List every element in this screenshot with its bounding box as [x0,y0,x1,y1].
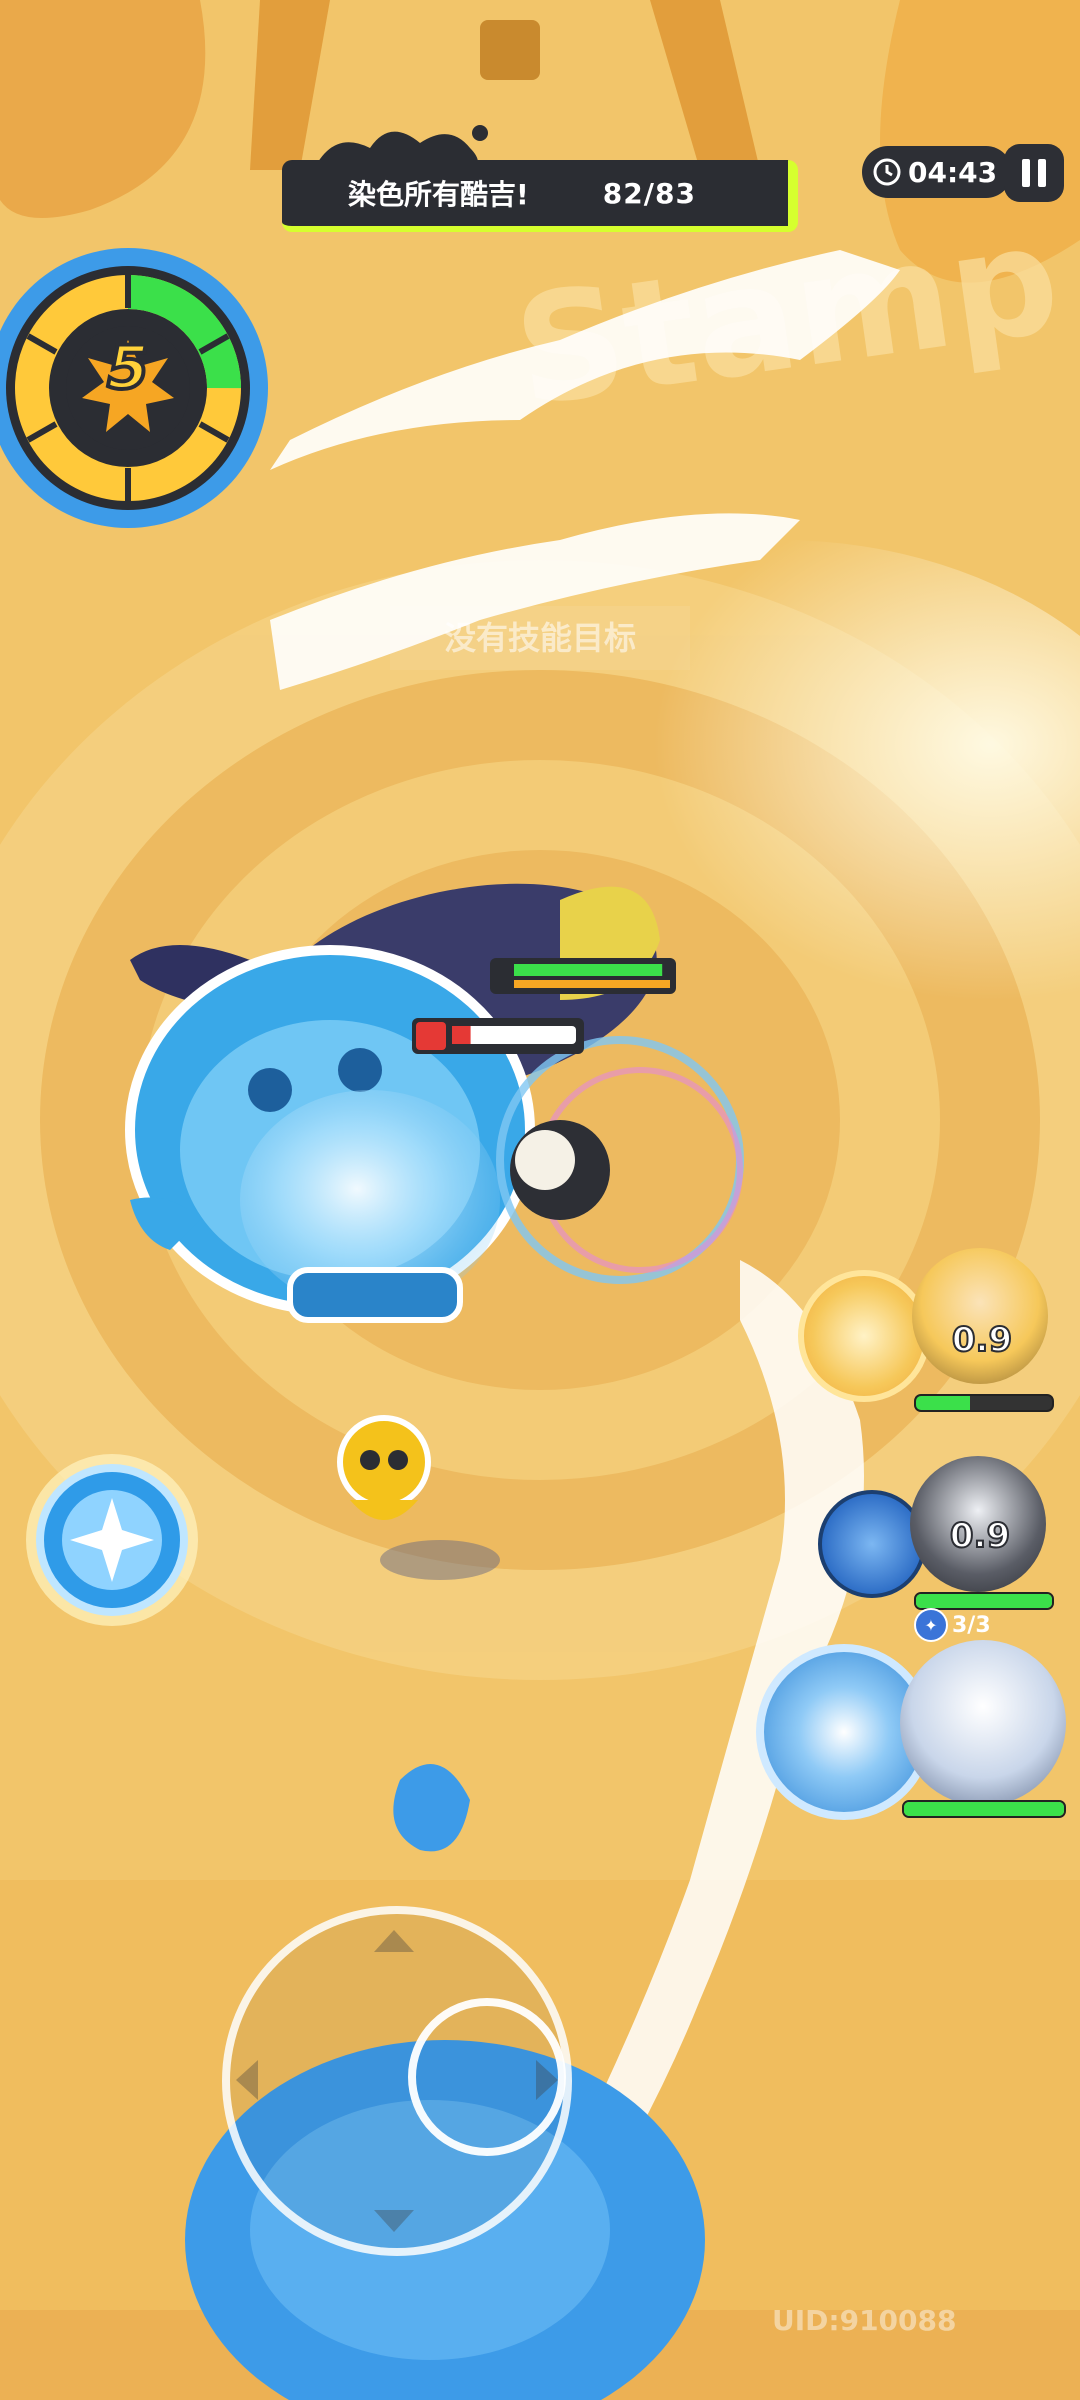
match-timer: 04:43 [862,146,1012,198]
party1-portrait[interactable] [912,1248,1048,1384]
joystick-down-arrow-icon [374,2210,414,2232]
party3-hp-fill [904,1802,1064,1816]
boss-hp-bar [490,958,676,994]
objective-progress: 82/83 [602,176,696,210]
party3-portrait[interactable] [900,1640,1066,1806]
party3-hp-bar [902,1800,1066,1818]
enemy-hp-bar [412,1018,584,1054]
joystick-up-arrow-icon [374,1930,414,1952]
party1-hp-bar [914,1394,1054,1412]
joystick-left-arrow-icon [236,2060,258,2100]
party2-skill-button[interactable] [818,1490,926,1598]
party2-cooldown: 0.9 [949,1515,1011,1557]
pause-icon-bar [1022,159,1030,187]
party1-skill-button[interactable] [798,1270,930,1402]
user-id: UID:910088 [772,2304,957,2337]
level-number: 5 [105,331,151,405]
skill-charges-text: 3/3 [952,1612,991,1638]
party1-cooldown: 0.9 [951,1319,1013,1361]
timer-text: 04:43 [908,155,998,189]
clock-icon [873,158,901,186]
pause-button[interactable] [1004,144,1064,202]
pause-icon-bar [1038,159,1046,187]
left-skill-button[interactable] [22,1450,202,1630]
no-skill-target-hint: 没有技能目标 [390,606,690,670]
objective-label: 染色所有酷吉! [348,178,529,211]
joystick-knob[interactable] [408,1998,566,2156]
skill-charges: ✦ 3/3 [914,1608,991,1642]
party2-hp-fill [916,1594,1052,1608]
objective-banner: 染色所有酷吉! 82/83 [282,160,798,232]
party1-hp-fill [916,1396,971,1410]
charge-gem-icon: ✦ [914,1608,948,1642]
